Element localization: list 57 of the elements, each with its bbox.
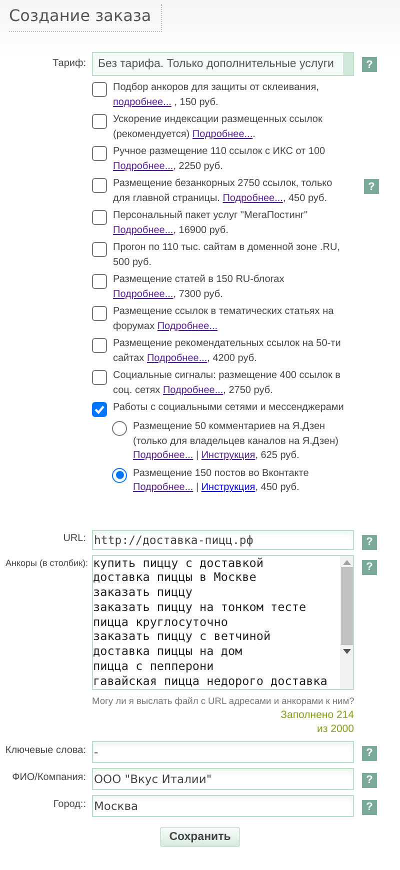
text-field[interactable]: Москва <box>92 794 354 816</box>
checkbox[interactable] <box>92 274 107 289</box>
details-link[interactable]: Подробнее... <box>113 160 174 172</box>
option-label: Размещение безанкорных 2750 ссылок, только для главной страницы. Подробнее..., 450 руб. <box>113 177 334 206</box>
checkbox[interactable] <box>92 178 107 193</box>
details-link[interactable]: подробнее... <box>113 96 172 108</box>
details-link[interactable]: Подробнее... <box>192 128 253 140</box>
details-link[interactable]: Подробнее... <box>133 482 194 493</box>
details-link[interactable]: Подробнее... <box>113 224 174 236</box>
checkbox[interactable] <box>92 402 107 417</box>
option-label: Персональный пакет услуг "МегаПостинг" Подробнее..., 16900 руб. <box>113 209 309 238</box>
radio-button[interactable] <box>112 468 127 482</box>
page-title: Создание заказа <box>9 4 162 32</box>
field-label: Город:: <box>52 798 87 810</box>
char-counter: Заполнено 214 из 2000 <box>280 708 354 736</box>
details-link[interactable]: Подробнее... <box>157 320 218 332</box>
field-label: URL: <box>62 532 87 544</box>
checkbox[interactable] <box>92 146 107 161</box>
checkbox[interactable] <box>92 306 107 321</box>
field-label: Анкоры (в столбик): <box>4 556 89 568</box>
option-label: Размещение ссылок в тематических статьях на форумах Подробнее... <box>113 305 335 334</box>
option-label: Размещение статей в 150 RU-блогах Подробнее..., 7300 руб. <box>113 273 286 302</box>
checkbox[interactable] <box>92 82 107 97</box>
field-label: Ключевые слова: <box>4 744 87 756</box>
checkbox[interactable] <box>92 338 107 353</box>
option-label: Работы с социальными сетями и мессенджерами <box>113 401 345 415</box>
option-label: Ручное размещение 110 ссылок с ИКС от 100 Подробнее..., 2250 руб. <box>113 145 326 174</box>
details-link[interactable]: Подробнее... <box>222 192 283 204</box>
tariff-dropdown[interactable]: Без тарифа. Только дополнительные услуги <box>92 52 354 76</box>
field-label: ФИО/Компания: <box>11 770 87 782</box>
checkbox[interactable] <box>92 114 107 129</box>
save-button[interactable]: Сохранить <box>160 826 240 846</box>
option-label: Подбор анкоров для защиты от склеивания, подробнее... , 150 руб. <box>113 81 320 110</box>
checkbox[interactable] <box>92 210 107 225</box>
scrollbar[interactable] <box>340 556 353 688</box>
option-label: Прогон по 110 тыс. сайтам в доменной зоне .RU, 500 руб. <box>113 241 342 270</box>
option-label: Размещение рекомендательных ссылок на 50-ти сайтах Подробнее..., 4200 руб. <box>113 337 342 366</box>
details-link[interactable]: Подробнее... <box>146 352 208 364</box>
anchors-textarea[interactable]: купить пиццу с доставкой доставка пиццы в Москве заказать пиццу заказать пиццу на тонком тесте пицца круглосуточно заказать пиццу с ветчиной доставка пиццы на дом пицца с пепперони гавайская пицца недорого доставка <box>92 554 354 690</box>
option-label: Социальные сигналы: размещение 400 ссылок в соц. сетях Подробнее..., 2750 руб. <box>113 369 342 398</box>
text-field[interactable]: ООО "Вкус Италии" <box>92 768 354 790</box>
details-link[interactable]: Инструкция <box>201 450 256 461</box>
text-field[interactable]: - <box>92 740 354 762</box>
scroll-down-icon[interactable] <box>342 648 350 654</box>
option-label: Ускорение индексации размещенных ссылок (рекомендуется) Подробнее.... <box>113 113 324 142</box>
option-label: Размещение 50 комментариев на Я.Дзен (только для владельцев каналов на Я.Дзен) Подробнее... | Инструкция, 625 руб. <box>133 420 340 463</box>
details-link[interactable]: Подробнее... <box>113 288 174 300</box>
checkbox[interactable] <box>92 242 107 257</box>
url-field[interactable]: http://доставка-пицц.рф <box>92 530 354 550</box>
help-note: Могу ли я выслать файл с URL адресами и анкорами к ним? <box>92 696 354 706</box>
option-label: Размещение 150 постов во Вконтакте Подробнее... | Инструкция, 450 руб. <box>133 466 310 495</box>
radio-button[interactable] <box>112 421 127 436</box>
details-link[interactable]: Подробнее... <box>162 384 224 396</box>
checkbox[interactable] <box>92 370 107 385</box>
field-label: Тариф: <box>52 57 87 69</box>
details-link[interactable]: Подробнее... <box>133 450 194 461</box>
details-link[interactable]: Инструкция <box>201 482 256 493</box>
